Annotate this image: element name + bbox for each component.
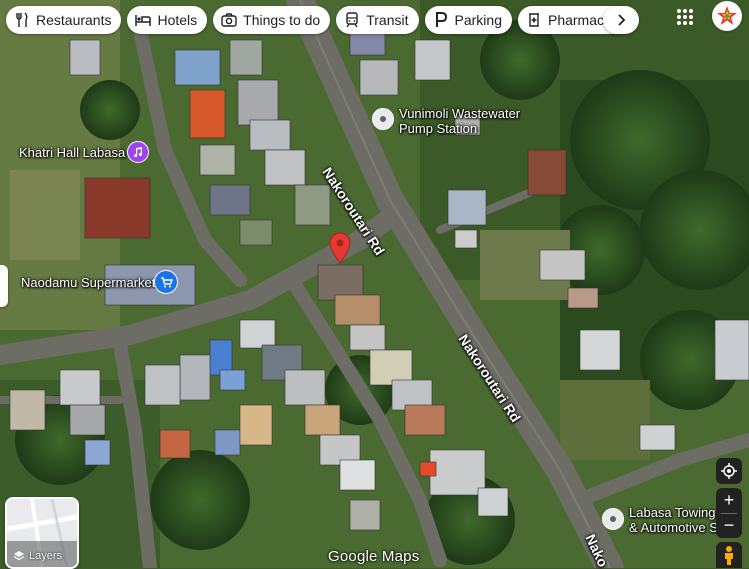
- layers-icon: [13, 551, 25, 561]
- chip-label: Things to do: [243, 12, 321, 28]
- chip-transit[interactable]: Transit: [336, 6, 419, 34]
- place-label-wastewater-line1[interactable]: Vunimoli Wastewater: [399, 106, 520, 121]
- star-logo-icon: [713, 2, 741, 30]
- crosshair-icon: [721, 463, 737, 479]
- account-avatar[interactable]: [712, 1, 742, 31]
- shopping-cart-pin-icon[interactable]: [154, 270, 178, 294]
- parking-icon: [433, 12, 449, 28]
- pharmacy-icon: [526, 12, 542, 28]
- chip-things-to-do[interactable]: Things to do: [213, 6, 331, 34]
- place-pin-icon[interactable]: [602, 508, 624, 530]
- fork-knife-icon: [14, 12, 30, 28]
- place-label-wastewater-line2[interactable]: Pump Station: [399, 121, 477, 136]
- google-maps-wordmark: Google Maps: [328, 548, 420, 565]
- place-label-khatri-hall[interactable]: Khatri Hall Labasa: [19, 145, 125, 160]
- place-pin-icon[interactable]: [372, 108, 394, 130]
- more-categories-button[interactable]: [603, 6, 639, 34]
- zoom-controls: + −: [716, 488, 742, 538]
- street-view-button[interactable]: [716, 542, 742, 568]
- side-panel-toggle[interactable]: [0, 265, 8, 307]
- pegman-icon: [725, 546, 733, 565]
- chip-label: Hotels: [157, 12, 198, 28]
- chip-label: Parking: [454, 12, 502, 28]
- camera-icon: [221, 12, 237, 28]
- chip-parking[interactable]: Parking: [424, 6, 512, 34]
- zoom-out-button[interactable]: −: [724, 514, 735, 538]
- chip-hotels[interactable]: Hotels: [127, 6, 208, 34]
- apps-grid-icon[interactable]: [674, 6, 696, 28]
- layers-label: Layers: [29, 550, 63, 562]
- chip-restaurants[interactable]: Restaurants: [6, 6, 122, 34]
- chip-label: Transit: [366, 12, 409, 28]
- place-label-towing-line1[interactable]: Labasa Towing: [629, 505, 716, 520]
- layers-button[interactable]: Layers: [5, 497, 79, 569]
- place-label-supermarket[interactable]: Naodamu Supermarket: [21, 275, 155, 290]
- train-icon: [344, 12, 360, 28]
- chip-label: Restaurants: [36, 12, 112, 28]
- place-label-towing-line2[interactable]: & Automotive Se: [629, 520, 725, 535]
- layers-label-row: Layers: [13, 550, 62, 562]
- zoom-in-button[interactable]: +: [724, 489, 735, 513]
- my-location-button[interactable]: [716, 458, 742, 484]
- music-venue-pin-icon[interactable]: [127, 141, 149, 163]
- bed-icon: [135, 12, 152, 28]
- chevron-right-icon: [618, 14, 626, 26]
- dropped-pin-icon[interactable]: [329, 232, 351, 264]
- category-chips: Restaurants Hotels Things to do Transit …: [6, 6, 632, 34]
